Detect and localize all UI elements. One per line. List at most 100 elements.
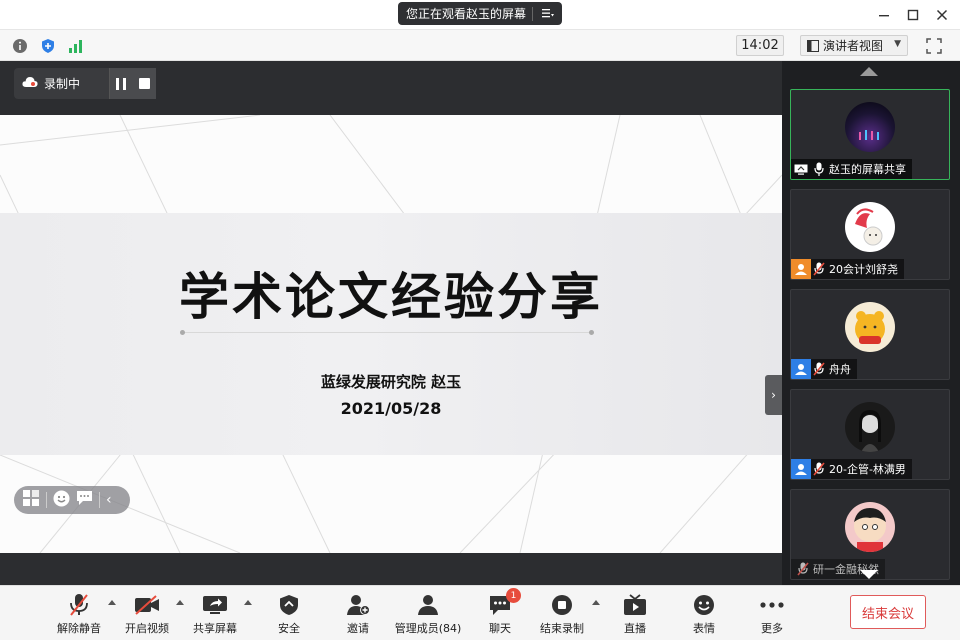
stop-record-icon: [547, 592, 577, 618]
participant-name: 赵玉的屏幕共享: [829, 163, 906, 176]
avatar: [845, 302, 895, 352]
chevron-right-icon[interactable]: ›: [765, 375, 782, 415]
chevron-left-icon[interactable]: ‹: [106, 492, 112, 508]
fullscreen-icon[interactable]: [926, 38, 942, 54]
divider-dot: [180, 330, 185, 335]
video-off-icon: [132, 592, 162, 618]
share-screen-button[interactable]: 共享屏幕: [188, 592, 242, 636]
meeting-info-bar: 14:02 演讲者视图 ▼: [0, 30, 960, 61]
annotation-toolbar: ‹: [14, 486, 130, 514]
add-user-icon: [343, 592, 373, 618]
slide-author: 蓝绿发展研究院 赵玉: [320, 373, 462, 391]
unmute-label: 解除静音: [57, 622, 101, 635]
emoji-icon: [689, 592, 719, 618]
screen-share-notice[interactable]: 您正在观看赵玉的屏幕: [398, 2, 562, 25]
stop-recording-label: 结束录制: [540, 622, 584, 635]
video-tile[interactable]: 舟舟: [790, 289, 950, 380]
live-label: 直播: [624, 622, 646, 635]
end-meeting-button[interactable]: 结束会议: [850, 595, 926, 629]
close-icon[interactable]: [931, 4, 953, 26]
scroll-up-icon[interactable]: [860, 67, 878, 76]
list-menu-icon[interactable]: [533, 7, 562, 21]
chat-button[interactable]: 1 聊天: [477, 588, 523, 636]
more-button[interactable]: 更多: [749, 592, 795, 636]
security-button[interactable]: 安全: [266, 592, 312, 636]
microphone-muted-icon: [64, 592, 94, 618]
chat-label: 聊天: [489, 622, 511, 635]
chevron-up-icon[interactable]: [244, 600, 252, 605]
reactions-button[interactable]: 表情: [681, 592, 727, 636]
microphone-icon: [811, 159, 827, 179]
recording-status: 录制中: [44, 77, 81, 91]
slide-title: 学术论文经验分享: [179, 268, 603, 326]
more-label: 更多: [761, 622, 783, 635]
share-screen-icon: [200, 592, 230, 618]
video-tile[interactable]: 研一金融秘然: [790, 489, 950, 580]
title-band: [0, 213, 782, 455]
avatar: [845, 502, 895, 552]
microphone-muted-icon: [811, 459, 827, 479]
video-tile[interactable]: 20-企管-林满男: [790, 389, 950, 480]
meeting-controls: 解除静音 开启视频 共享屏幕 安全 邀请 管理成员(84) 1 聊天 结束录制 …: [0, 585, 960, 640]
chevron-down-icon: ▼: [894, 39, 901, 49]
avatar: [845, 202, 895, 252]
security-label: 安全: [278, 622, 300, 635]
share-notice-text: 您正在观看赵玉的屏幕: [406, 7, 527, 21]
cloud-icon: [22, 76, 38, 91]
invite-button[interactable]: 邀请: [335, 592, 381, 636]
shield-icon: [274, 592, 304, 618]
chevron-up-icon[interactable]: [592, 600, 600, 605]
emoji-icon[interactable]: [53, 490, 70, 511]
user-icon: [791, 359, 811, 379]
start-video-label: 开启视频: [125, 622, 169, 635]
chevron-up-icon[interactable]: [108, 600, 116, 605]
unmute-button[interactable]: 解除静音: [52, 592, 106, 636]
minimize-icon[interactable]: [873, 4, 895, 26]
layout-icon: [807, 39, 819, 52]
stop-recording-button[interactable]: [132, 68, 156, 99]
chevron-up-icon[interactable]: [176, 600, 184, 605]
participant-name: 20-企管-林满男: [829, 463, 906, 476]
divider: [182, 332, 594, 333]
video-tile[interactable]: 赵玉的屏幕共享: [790, 89, 950, 180]
slide-date: 2021/05/28: [340, 399, 442, 418]
pause-icon: [116, 77, 127, 90]
avatar: [845, 102, 895, 152]
invite-label: 邀请: [347, 622, 369, 635]
chat-bubble-icon[interactable]: [76, 490, 93, 510]
divider-dot: [589, 330, 594, 335]
scroll-down-icon[interactable]: [860, 570, 878, 579]
user-icon: [791, 459, 811, 479]
microphone-muted-icon: [811, 359, 827, 379]
manage-members-label: 管理成员(84): [394, 622, 462, 635]
info-icon[interactable]: [12, 38, 28, 54]
more-icon: [757, 592, 787, 618]
view-mode-select[interactable]: 演讲者视图 ▼: [800, 35, 908, 56]
live-stream-icon: [620, 592, 650, 618]
apps-icon[interactable]: [22, 489, 40, 511]
tile-namebar: 20会计刘舒尧: [791, 259, 904, 279]
participant-name: 舟舟: [829, 363, 851, 376]
tile-namebar: 赵玉的屏幕共享: [791, 159, 912, 179]
live-button[interactable]: 直播: [612, 592, 658, 636]
maximize-icon[interactable]: [902, 4, 924, 26]
start-video-button[interactable]: 开启视频: [120, 592, 174, 636]
chat-icon: 1: [485, 588, 521, 618]
microphone-muted-icon: [811, 259, 827, 279]
tile-namebar: 20-企管-林满男: [791, 459, 912, 479]
tile-namebar: 舟舟: [791, 359, 857, 379]
screen-share-icon: [791, 159, 811, 179]
signal-icon[interactable]: [68, 38, 84, 54]
user-icon: [791, 259, 811, 279]
microphone-muted-icon: [795, 559, 811, 579]
video-tile[interactable]: 20会计刘舒尧: [790, 189, 950, 280]
shield-icon[interactable]: [40, 38, 56, 54]
pause-recording-button[interactable]: [108, 68, 133, 99]
recording-indicator: 录制中: [14, 68, 156, 99]
chat-badge: 1: [506, 588, 521, 603]
stop-recording-button[interactable]: 结束录制: [536, 592, 588, 636]
manage-members-button[interactable]: 管理成员(84): [392, 592, 464, 636]
divider: [99, 492, 100, 508]
participant-name: 20会计刘舒尧: [829, 263, 898, 276]
divider: [46, 492, 47, 508]
